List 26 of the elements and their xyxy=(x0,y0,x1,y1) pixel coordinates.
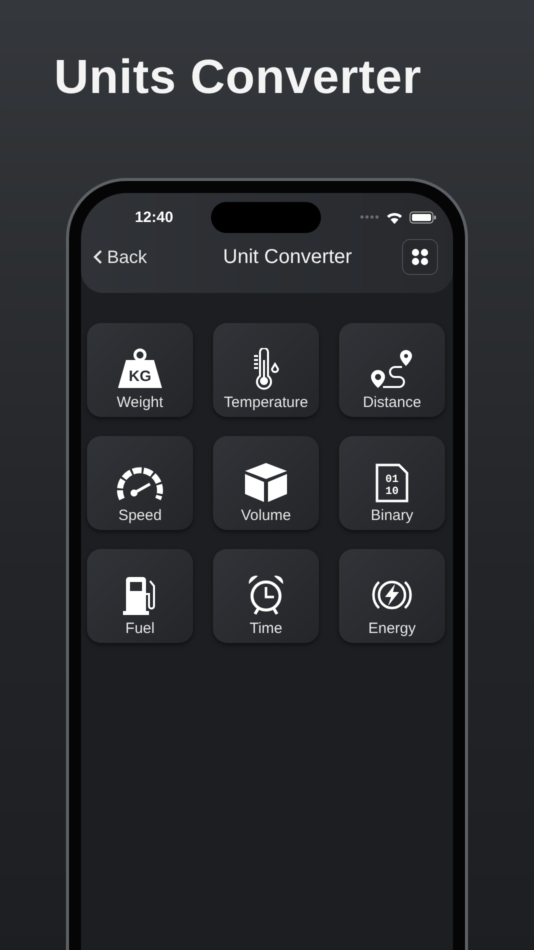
converter-tile[interactable]: Fuel xyxy=(87,549,193,643)
speedometer-icon xyxy=(116,467,164,503)
screen-title: Unit Converter xyxy=(222,246,353,268)
converter-tile[interactable]: Energy xyxy=(339,549,445,643)
menu-button[interactable] xyxy=(402,239,438,275)
alarm-clock-icon xyxy=(246,574,286,616)
thermometer-icon xyxy=(251,348,281,390)
converter-tile[interactable]: Volume xyxy=(213,436,319,530)
four-dots-icon xyxy=(411,248,429,266)
converter-tile[interactable]: Distance xyxy=(339,323,445,417)
converter-tile[interactable]: Temperature xyxy=(213,323,319,417)
converter-tile[interactable]: KG Weight xyxy=(87,323,193,417)
converter-tile[interactable]: Speed xyxy=(87,436,193,530)
converter-tile[interactable]: 01 10 Binary xyxy=(339,436,445,530)
cube-icon xyxy=(243,461,289,503)
signal-dots-icon xyxy=(360,215,380,219)
wifi-icon xyxy=(386,210,403,224)
fuel-pump-icon xyxy=(122,576,158,616)
binary-file-icon: 01 10 xyxy=(375,463,409,503)
battery-icon xyxy=(409,210,437,224)
status-time: 12:40 xyxy=(134,208,174,226)
route-pins-icon xyxy=(369,348,415,390)
chevron-left-icon xyxy=(93,249,103,265)
converter-tile[interactable]: Time xyxy=(213,549,319,643)
back-button[interactable]: Back xyxy=(93,246,203,268)
headline: Units Converter xyxy=(53,50,423,106)
